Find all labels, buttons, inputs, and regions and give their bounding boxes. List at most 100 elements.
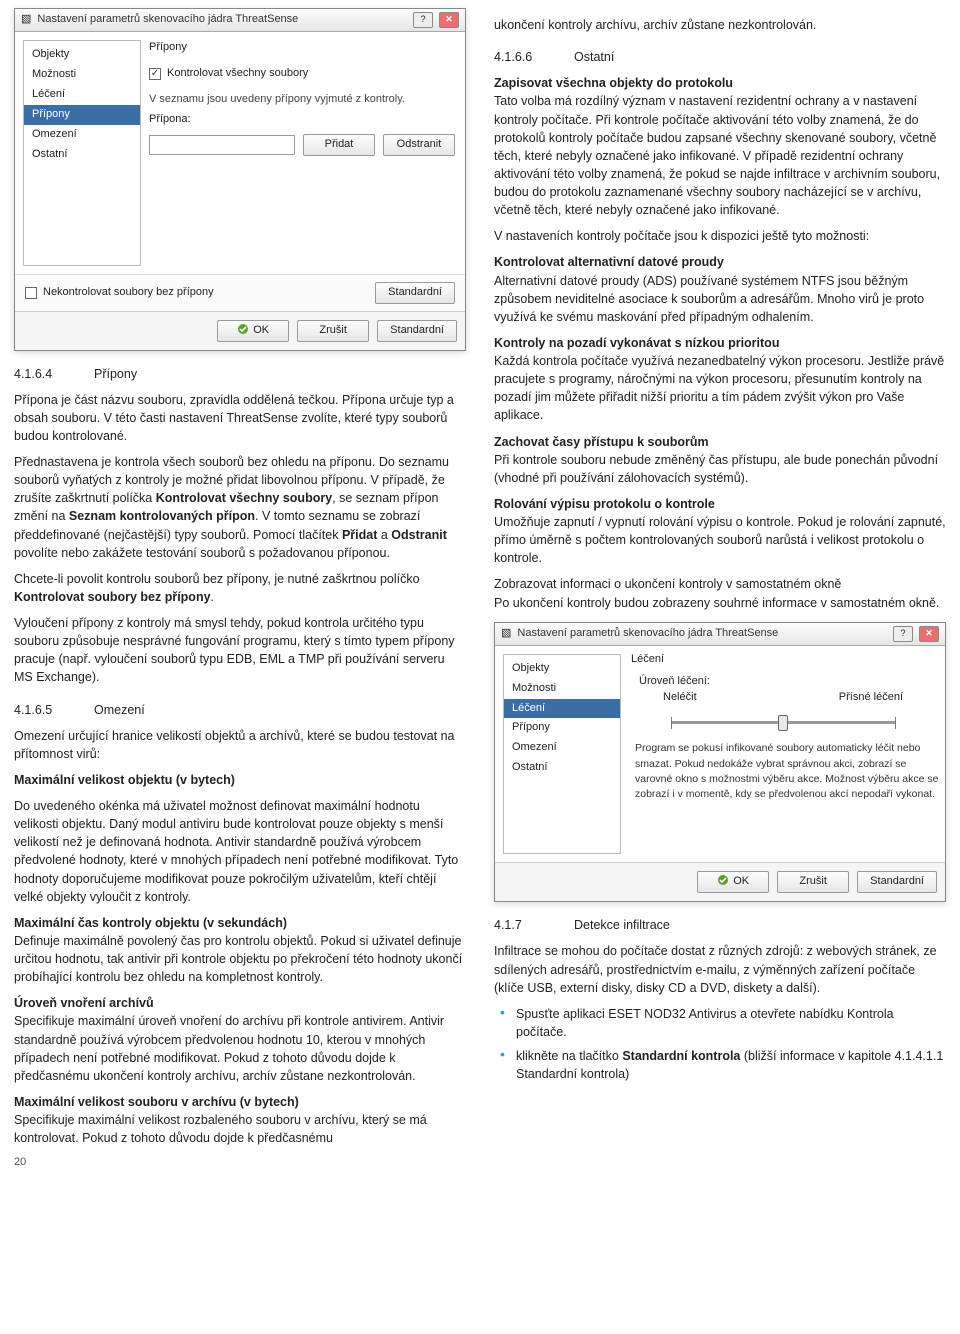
sidebar-item-omezeni[interactable]: Omezení — [24, 125, 140, 145]
cancel-button[interactable]: Zrušit — [297, 320, 369, 342]
left-column: ▧ Nastavení parametrů skenovacího jádra … — [14, 8, 466, 1171]
t-bold: Kontrolovat soubory bez přípony — [14, 590, 211, 604]
t: Alternativní datové proudy (ADS) používa… — [494, 274, 924, 324]
para: V nastaveních kontroly počítače jsou k d… — [494, 227, 946, 245]
t: Definuje maximálně povolený čas pro kont… — [14, 934, 462, 984]
t: Chcete-li povolit kontrolu souborů bez p… — [14, 572, 420, 586]
t: . — [211, 590, 214, 604]
level-label: Úroveň léčení: — [639, 674, 943, 690]
ok-label: OK — [733, 875, 749, 887]
healing-slider[interactable] — [671, 711, 895, 735]
para: Maximální velikost souboru v archívu (v … — [14, 1093, 466, 1147]
sidebar-item-ostatni[interactable]: Ostatní — [24, 145, 140, 165]
t: Každá kontrola počítače využívá nezanedb… — [494, 354, 944, 422]
inner-standard-button[interactable]: Standardní — [375, 282, 455, 304]
sec-num: 4.1.7 — [494, 916, 574, 934]
para: Zachovat časy přístupu k souborůmPři kon… — [494, 433, 946, 487]
t-bold: Rolování výpisu protokolu o kontrole — [494, 497, 715, 511]
t: Umožňuje zapnutí / vypnutí rolování výpi… — [494, 515, 946, 565]
t: klikněte na tlačítko — [516, 1049, 622, 1063]
standard-button[interactable]: Standardní — [377, 320, 457, 342]
t-bold: Kontroly na pozadí vykonávat s nízkou pr… — [494, 336, 779, 350]
dialog-leceni: ▧ Nastavení parametrů skenovacího jádra … — [494, 622, 946, 903]
dialog1-title: Nastavení parametrů skenovacího jádra Th… — [37, 12, 407, 28]
dialog2-note: Program se pokusí infikované soubory aut… — [635, 741, 939, 802]
dialog2-titlebar[interactable]: ▧ Nastavení parametrů skenovacího jádra … — [495, 623, 945, 646]
t: Po ukončení kontroly budou zobrazeny sou… — [494, 596, 939, 610]
sidebar-item-ostatni[interactable]: Ostatní — [504, 758, 620, 778]
t: povolíte nebo zakážete testování souborů… — [14, 546, 390, 560]
sec-title: Omezení — [94, 703, 145, 717]
section-4166-heading: 4.1.6.6Ostatní — [494, 48, 946, 66]
para: Maximální čas kontroly objektu (v sekund… — [14, 914, 466, 987]
cancel-button[interactable]: Zrušit — [777, 871, 849, 893]
para: Do uvedeného okénka má uživatel možnost … — [14, 797, 466, 906]
sidebar-item-objekty[interactable]: Objekty — [24, 45, 140, 65]
dialog1-titlebar[interactable]: ▧ Nastavení parametrů skenovacího jádra … — [15, 9, 465, 32]
checkmark-icon: ✓ — [149, 68, 161, 80]
page-number: 20 — [14, 1155, 466, 1171]
dialog2-sidebar: Objekty Možnosti Léčení Přípony Omezení … — [503, 654, 621, 855]
para: Přednastavena je kontrola všech souborů … — [14, 453, 466, 562]
para: Vyloučení přípony z kontroly má smysl te… — [14, 614, 466, 687]
t-bold: Maximální velikost objektu (v bytech) — [14, 773, 235, 787]
bullet-list: Spusťte aplikaci ESET NOD32 Antivirus a … — [494, 1005, 946, 1084]
help-button[interactable] — [413, 12, 433, 28]
app-icon: ▧ — [501, 626, 511, 642]
sidebar-item-moznosti[interactable]: Možnosti — [24, 65, 140, 85]
ok-button[interactable]: OK — [217, 320, 289, 342]
t-bold: Standardní kontrola — [622, 1049, 740, 1063]
pripona-label: Přípona: — [149, 112, 455, 128]
sec-title: Detekce infiltrace — [574, 918, 670, 932]
input-row: Přidat Odstranit — [149, 134, 455, 156]
group-header: Léčení — [631, 652, 943, 668]
t-bold: Přidat — [342, 528, 377, 542]
checkbox-all-files[interactable]: ✓ Kontrolovat všechny soubory — [149, 66, 308, 82]
right-column: ukončení kontroly archívu, archív zůstan… — [494, 8, 946, 1171]
sidebar-item-pripony[interactable]: Přípony — [504, 718, 620, 738]
para: Kontroly na pozadí vykonávat s nízkou pr… — [494, 334, 946, 425]
sidebar-item-objekty[interactable]: Objekty — [504, 659, 620, 679]
pripona-input[interactable] — [149, 135, 295, 155]
para: Infiltrace se mohou do počítače dostat z… — [494, 942, 946, 996]
sidebar-item-omezeni[interactable]: Omezení — [504, 738, 620, 758]
close-button[interactable] — [919, 626, 939, 642]
sidebar-item-leceni[interactable]: Léčení — [24, 85, 140, 105]
slider-right-label: Přísné léčení — [839, 690, 903, 706]
ok-icon — [717, 874, 729, 886]
t: a — [377, 528, 391, 542]
para: Omezení určující hranice velikostí objek… — [14, 727, 466, 763]
subhead: Maximální velikost objektu (v bytech) — [14, 771, 466, 789]
dialog1-content: Přípony ✓ Kontrolovat všechny soubory V … — [149, 32, 465, 274]
checkbox-icon — [25, 287, 37, 299]
sec-num: 4.1.6.5 — [14, 701, 94, 719]
para: ukončení kontroly archívu, archív zůstan… — [494, 16, 946, 34]
t-bold: Maximální čas kontroly objektu (v sekund… — [14, 916, 287, 930]
t-bold: Úroveň vnoření archívů — [14, 996, 154, 1010]
sidebar-item-moznosti[interactable]: Možnosti — [504, 679, 620, 699]
ok-label: OK — [253, 324, 269, 336]
ok-button[interactable]: OK — [697, 871, 769, 893]
close-button[interactable] — [439, 12, 459, 28]
desc-text: V seznamu jsou uvedeny přípony vyjmuté z… — [149, 92, 455, 108]
add-button[interactable]: Přidat — [303, 134, 375, 156]
remove-button[interactable]: Odstranit — [383, 134, 455, 156]
help-button[interactable] — [893, 626, 913, 642]
dialog-pripony: ▧ Nastavení parametrů skenovacího jádra … — [14, 8, 466, 351]
t: Tato volba má rozdílný význam v nastaven… — [494, 94, 940, 217]
standard-button[interactable]: Standardní — [857, 871, 937, 893]
t-bold: Kontrolovat alternativní datové proudy — [494, 255, 724, 269]
t-bold: Seznam kontrolovaných přípon — [69, 509, 255, 523]
sidebar-item-leceni[interactable]: Léčení — [504, 699, 620, 719]
para: Chcete-li povolit kontrolu souborů bez p… — [14, 570, 466, 606]
t: Zobrazovat informaci o ukončení kontroly… — [494, 577, 841, 591]
dialog2-content: Léčení Úroveň léčení: Neléčit Přísné léč… — [629, 646, 945, 863]
sec-num: 4.1.6.6 — [494, 48, 574, 66]
t: Specifikuje maximální velikost rozbalené… — [14, 1113, 427, 1145]
dialog2-title: Nastavení parametrů skenovacího jádra Th… — [517, 626, 887, 642]
t-bold: Maximální velikost souboru v archívu (v … — [14, 1095, 299, 1109]
para: Rolování výpisu protokolu o kontrole Umož… — [494, 495, 946, 568]
slider-thumb[interactable] — [778, 715, 788, 731]
sidebar-item-pripony[interactable]: Přípony — [24, 105, 140, 125]
checkbox-noext[interactable]: Nekontrolovat soubory bez přípony — [25, 285, 214, 301]
